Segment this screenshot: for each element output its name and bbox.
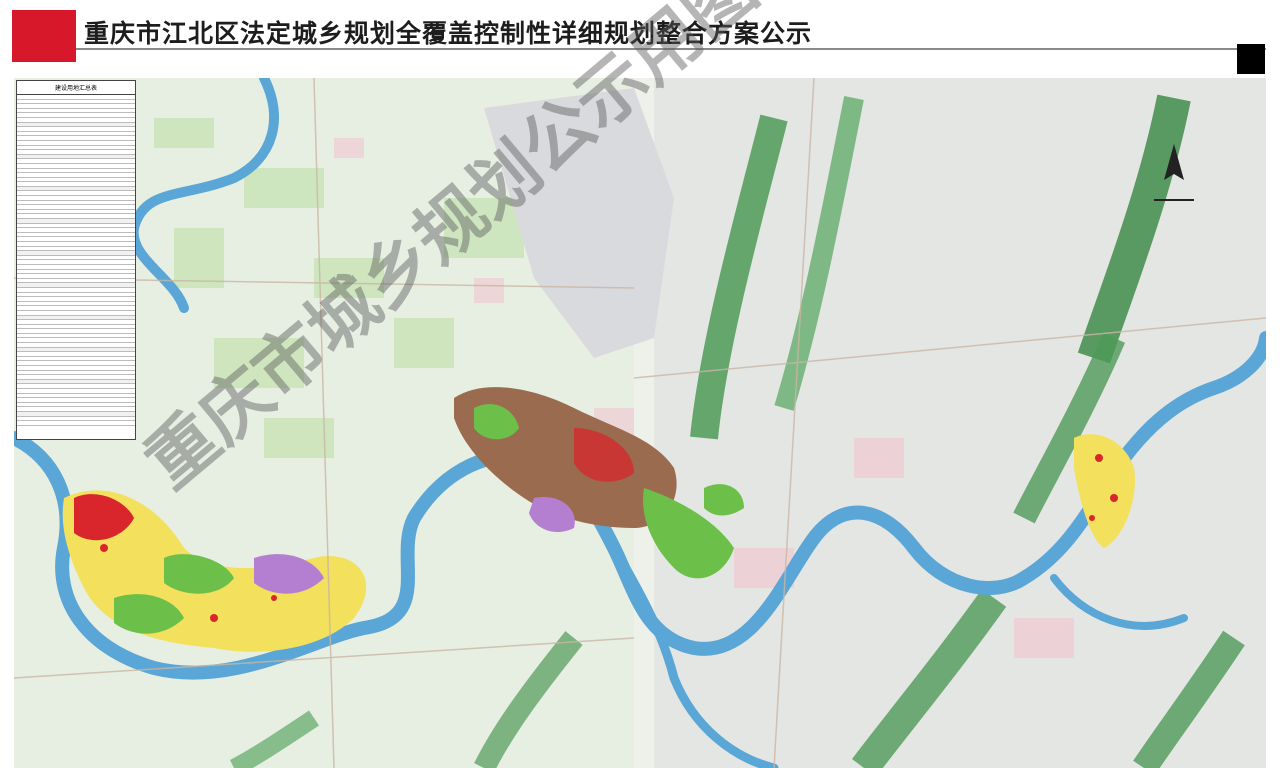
black-square-icon: [1237, 44, 1265, 74]
planning-map[interactable]: [14, 78, 1266, 768]
north-arrow-icon: [1144, 140, 1204, 216]
map-canvas: [14, 78, 1266, 768]
page-title: 重庆市江北区法定城乡规划全覆盖控制性详细规划整合方案公示: [84, 19, 813, 48]
header-bar: 重庆市江北区法定城乡规划全覆盖控制性详细规划整合方案公示: [0, 0, 1280, 78]
brand-red-block: [12, 10, 76, 62]
land-use-summary-table: 建设用地汇总表: [16, 80, 136, 440]
legend-rows: [17, 95, 135, 426]
title-divider: [76, 48, 1266, 50]
legend-title: 建设用地汇总表: [17, 81, 135, 95]
